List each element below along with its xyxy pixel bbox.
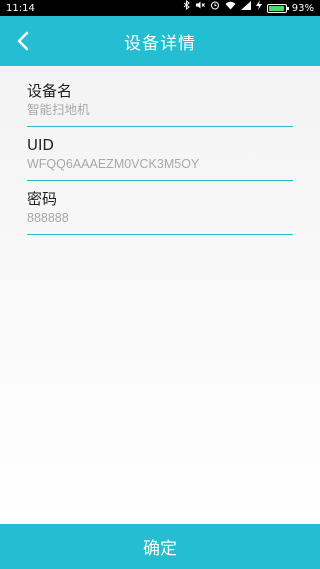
confirm-button[interactable]: 确定 bbox=[0, 524, 320, 569]
battery-fill bbox=[268, 5, 284, 11]
battery-icon bbox=[266, 3, 289, 13]
device-name-underline bbox=[27, 126, 293, 127]
charging-icon bbox=[255, 0, 262, 16]
alarm-icon bbox=[210, 0, 220, 16]
chevron-left-icon bbox=[17, 31, 29, 51]
password-field[interactable]: 密码 888888 bbox=[27, 190, 293, 235]
back-button[interactable] bbox=[8, 25, 38, 57]
bluetooth-icon bbox=[183, 0, 190, 16]
password-underline bbox=[27, 234, 293, 235]
uid-underline bbox=[27, 180, 293, 181]
uid-field[interactable]: UID WFQQ6AAAEZM0VCK3M5OY bbox=[27, 136, 293, 181]
uid-value[interactable]: WFQQ6AAAEZM0VCK3M5OY bbox=[27, 156, 293, 172]
mute-icon bbox=[195, 0, 205, 16]
status-icons: 93% bbox=[183, 0, 314, 16]
password-label: 密码 bbox=[27, 190, 58, 208]
header-bar: 设备详情 bbox=[0, 16, 320, 66]
device-name-value[interactable]: 智能扫地机 bbox=[27, 102, 293, 118]
device-name-label: 设备名 bbox=[27, 82, 73, 100]
password-value[interactable]: 888888 bbox=[27, 210, 293, 226]
uid-label: UID bbox=[27, 136, 54, 154]
status-time: 11:14 bbox=[6, 2, 35, 14]
page-title: 设备详情 bbox=[124, 33, 196, 54]
battery-percent: 93% bbox=[291, 2, 314, 14]
signal-icon bbox=[240, 0, 251, 16]
device-details-form: 设备名 智能扫地机 UID WFQQ6AAAEZM0VCK3M5OY 密码 88… bbox=[0, 66, 320, 524]
device-name-field[interactable]: 设备名 智能扫地机 bbox=[27, 82, 293, 127]
wifi-icon bbox=[225, 0, 236, 16]
status-bar: 11:14 93% bbox=[0, 0, 320, 16]
